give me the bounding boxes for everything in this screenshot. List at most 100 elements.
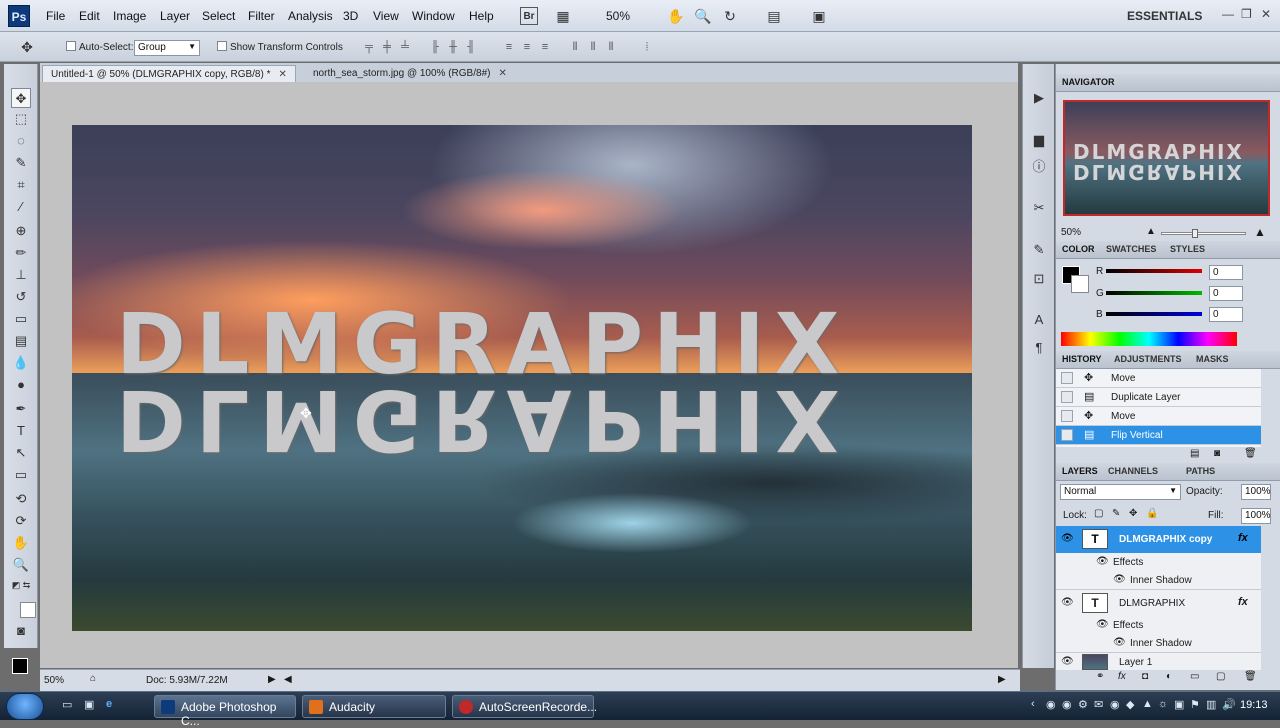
g-value[interactable]: 0	[1209, 286, 1243, 301]
r-slider[interactable]	[1106, 269, 1202, 273]
zoom-out-icon[interactable]: ▲	[1146, 226, 1156, 237]
tray-app-icon[interactable]: ▲	[1142, 698, 1153, 710]
task-photoshop[interactable]: Adobe Photoshop C...	[154, 695, 296, 728]
menu-edit[interactable]: Edit	[79, 9, 100, 23]
marquee-tool-icon[interactable]: ⬚	[11, 109, 31, 129]
hand-icon[interactable]: ✋	[667, 7, 685, 25]
distribute-bottom-icon[interactable]: ≡	[538, 40, 552, 54]
actions-icon[interactable]: ▶	[1029, 88, 1049, 108]
tray-expand-icon[interactable]: ‹	[1031, 698, 1035, 710]
text-layer-dlmgraphix-copy[interactable]: DLMGRAPHIX	[116, 371, 849, 469]
volume-icon[interactable]: 🔊	[1222, 698, 1236, 711]
color-spectrum[interactable]	[1061, 332, 1237, 346]
tab-history[interactable]: HISTORY	[1062, 354, 1102, 364]
zoom-tool-icon[interactable]: 🔍	[11, 555, 31, 575]
eye-icon[interactable]: 👁	[1061, 533, 1074, 544]
menu-help[interactable]: Help	[469, 9, 494, 23]
history-item[interactable]: ✥ Move	[1056, 407, 1261, 426]
show-transform-checkbox[interactable]	[217, 41, 227, 51]
tray-app-icon[interactable]: ⚙	[1078, 698, 1088, 711]
color-panel-background-swatch[interactable]	[1071, 275, 1089, 293]
history-brush-source-box[interactable]	[1061, 391, 1073, 403]
distribute-right-icon[interactable]: ⦀	[604, 40, 618, 54]
path-select-tool-icon[interactable]: ↖	[11, 443, 31, 463]
tray-app-icon[interactable]: ◆	[1126, 698, 1134, 711]
clock[interactable]: 19:13	[1240, 699, 1268, 711]
history-item[interactable]: ▤ Duplicate Layer	[1056, 388, 1261, 407]
bridge-button[interactable]: Br	[520, 7, 538, 25]
info-icon[interactable]: ⓘ	[1029, 157, 1049, 177]
add-style-icon[interactable]: fx	[1118, 671, 1126, 682]
switch-windows-icon[interactable]: ▣	[84, 698, 94, 711]
align-right-icon[interactable]: ╢	[464, 40, 478, 54]
tab-styles[interactable]: STYLES	[1170, 244, 1205, 254]
distribute-top-icon[interactable]: ≡	[502, 40, 516, 54]
new-document-from-state-icon[interactable]: ▤	[1190, 448, 1199, 459]
minimize-icon[interactable]: —	[1222, 7, 1234, 21]
layer-effect-row[interactable]: 👁 Inner Shadow	[1056, 634, 1261, 652]
lock-transparent-icon[interactable]: ▢	[1094, 508, 1103, 519]
tab-masks[interactable]: MASKS	[1196, 354, 1229, 364]
auto-align-icon[interactable]: ⦙	[640, 40, 654, 54]
navigator-zoom[interactable]: 50%	[1061, 227, 1081, 238]
navigator-thumbnail[interactable]: DLMGRAPHIX DLMGRAPHIX	[1063, 100, 1270, 216]
menu-layer[interactable]: Layer	[160, 9, 190, 23]
close-icon[interactable]: ✕	[278, 69, 286, 80]
workspace-switcher[interactable]: ESSENTIALS	[1127, 9, 1202, 23]
restore-icon[interactable]: ❐	[1241, 7, 1252, 21]
tray-app-icon[interactable]: ◉	[1062, 698, 1072, 711]
lock-position-icon[interactable]: ✥	[1129, 508, 1137, 519]
history-brush-tool-icon[interactable]: ↺	[11, 287, 31, 307]
b-value[interactable]: 0	[1209, 307, 1243, 322]
opacity-input[interactable]: 100%	[1241, 484, 1271, 500]
layer-name[interactable]: Layer 1	[1119, 657, 1152, 668]
healing-brush-tool-icon[interactable]: ⊕	[11, 221, 31, 241]
view-extras-icon[interactable]: ▦	[554, 7, 572, 25]
menu-3d[interactable]: 3D	[343, 9, 358, 23]
foreground-color-swatch[interactable]	[12, 658, 28, 674]
tab-untitled-1[interactable]: Untitled-1 @ 50% (DLMGRAPHIX copy, RGB/8…	[42, 65, 296, 82]
quick-mask-icon[interactable]: ◙	[11, 621, 31, 641]
tray-app-icon[interactable]: ☼	[1158, 698, 1168, 710]
gradient-tool-icon[interactable]: ▤	[11, 331, 31, 351]
trash-icon[interactable]: 🗑	[1244, 448, 1257, 459]
hand-tool-icon[interactable]: ✋	[11, 533, 31, 553]
lasso-tool-icon[interactable]: ◌	[11, 131, 31, 151]
layer-effects-row[interactable]: 👁 Effects	[1056, 616, 1261, 634]
new-snapshot-icon[interactable]: ◙	[1214, 448, 1220, 459]
brushes-icon[interactable]: ✎	[1029, 240, 1049, 260]
network-icon[interactable]: ▥	[1206, 698, 1216, 711]
history-item[interactable]: ✥ Move	[1056, 369, 1261, 388]
delete-layer-icon[interactable]: 🗑	[1244, 671, 1257, 682]
close-icon[interactable]: ✕	[1261, 7, 1271, 21]
tab-navigator[interactable]: NAVIGATOR	[1062, 77, 1115, 87]
navigator-zoom-thumb[interactable]	[1192, 229, 1198, 238]
tab-north-sea-storm[interactable]: north_sea_storm.jpg @ 100% (RGB/8#) ✕	[305, 65, 515, 82]
history-brush-source-box[interactable]	[1061, 372, 1073, 384]
start-button[interactable]	[6, 693, 44, 720]
scroll-right-icon[interactable]: ▶	[998, 674, 1006, 685]
tab-layers[interactable]: LAYERS	[1062, 466, 1098, 476]
layer-row[interactable]: 👁 Layer 1	[1056, 652, 1261, 670]
rotate-view-icon[interactable]: ↻	[721, 7, 739, 25]
b-slider[interactable]	[1106, 312, 1202, 316]
zoom-icon[interactable]: 🔍	[694, 7, 712, 25]
menu-filter[interactable]: Filter	[248, 9, 275, 23]
fx-icon[interactable]: fx	[1238, 596, 1248, 608]
tab-adjustments[interactable]: ADJUSTMENTS	[1114, 354, 1182, 364]
eye-icon[interactable]: 👁	[1096, 556, 1109, 567]
menu-image[interactable]: Image	[113, 9, 146, 23]
align-hcenter-icon[interactable]: ╫	[446, 40, 460, 54]
align-top-icon[interactable]: ╤	[362, 40, 376, 54]
layer-effect-row[interactable]: 👁 Inner Shadow	[1056, 571, 1261, 589]
link-layers-icon[interactable]: ⚭	[1096, 671, 1104, 682]
new-layer-icon[interactable]: ▢	[1216, 671, 1225, 682]
layer-name[interactable]: DLMGRAPHIX copy	[1119, 534, 1212, 545]
internet-explorer-icon[interactable]: e	[106, 698, 112, 710]
r-value[interactable]: 0	[1209, 265, 1243, 280]
eye-icon[interactable]: 👁	[1061, 597, 1074, 608]
tray-app-icon[interactable]: ⚑	[1190, 698, 1200, 711]
clone-source-icon[interactable]: ⊡	[1029, 269, 1049, 289]
layer-row-selected[interactable]: 👁 T DLMGRAPHIX copy fx	[1056, 526, 1261, 553]
background-color-swatch[interactable]	[20, 602, 36, 618]
